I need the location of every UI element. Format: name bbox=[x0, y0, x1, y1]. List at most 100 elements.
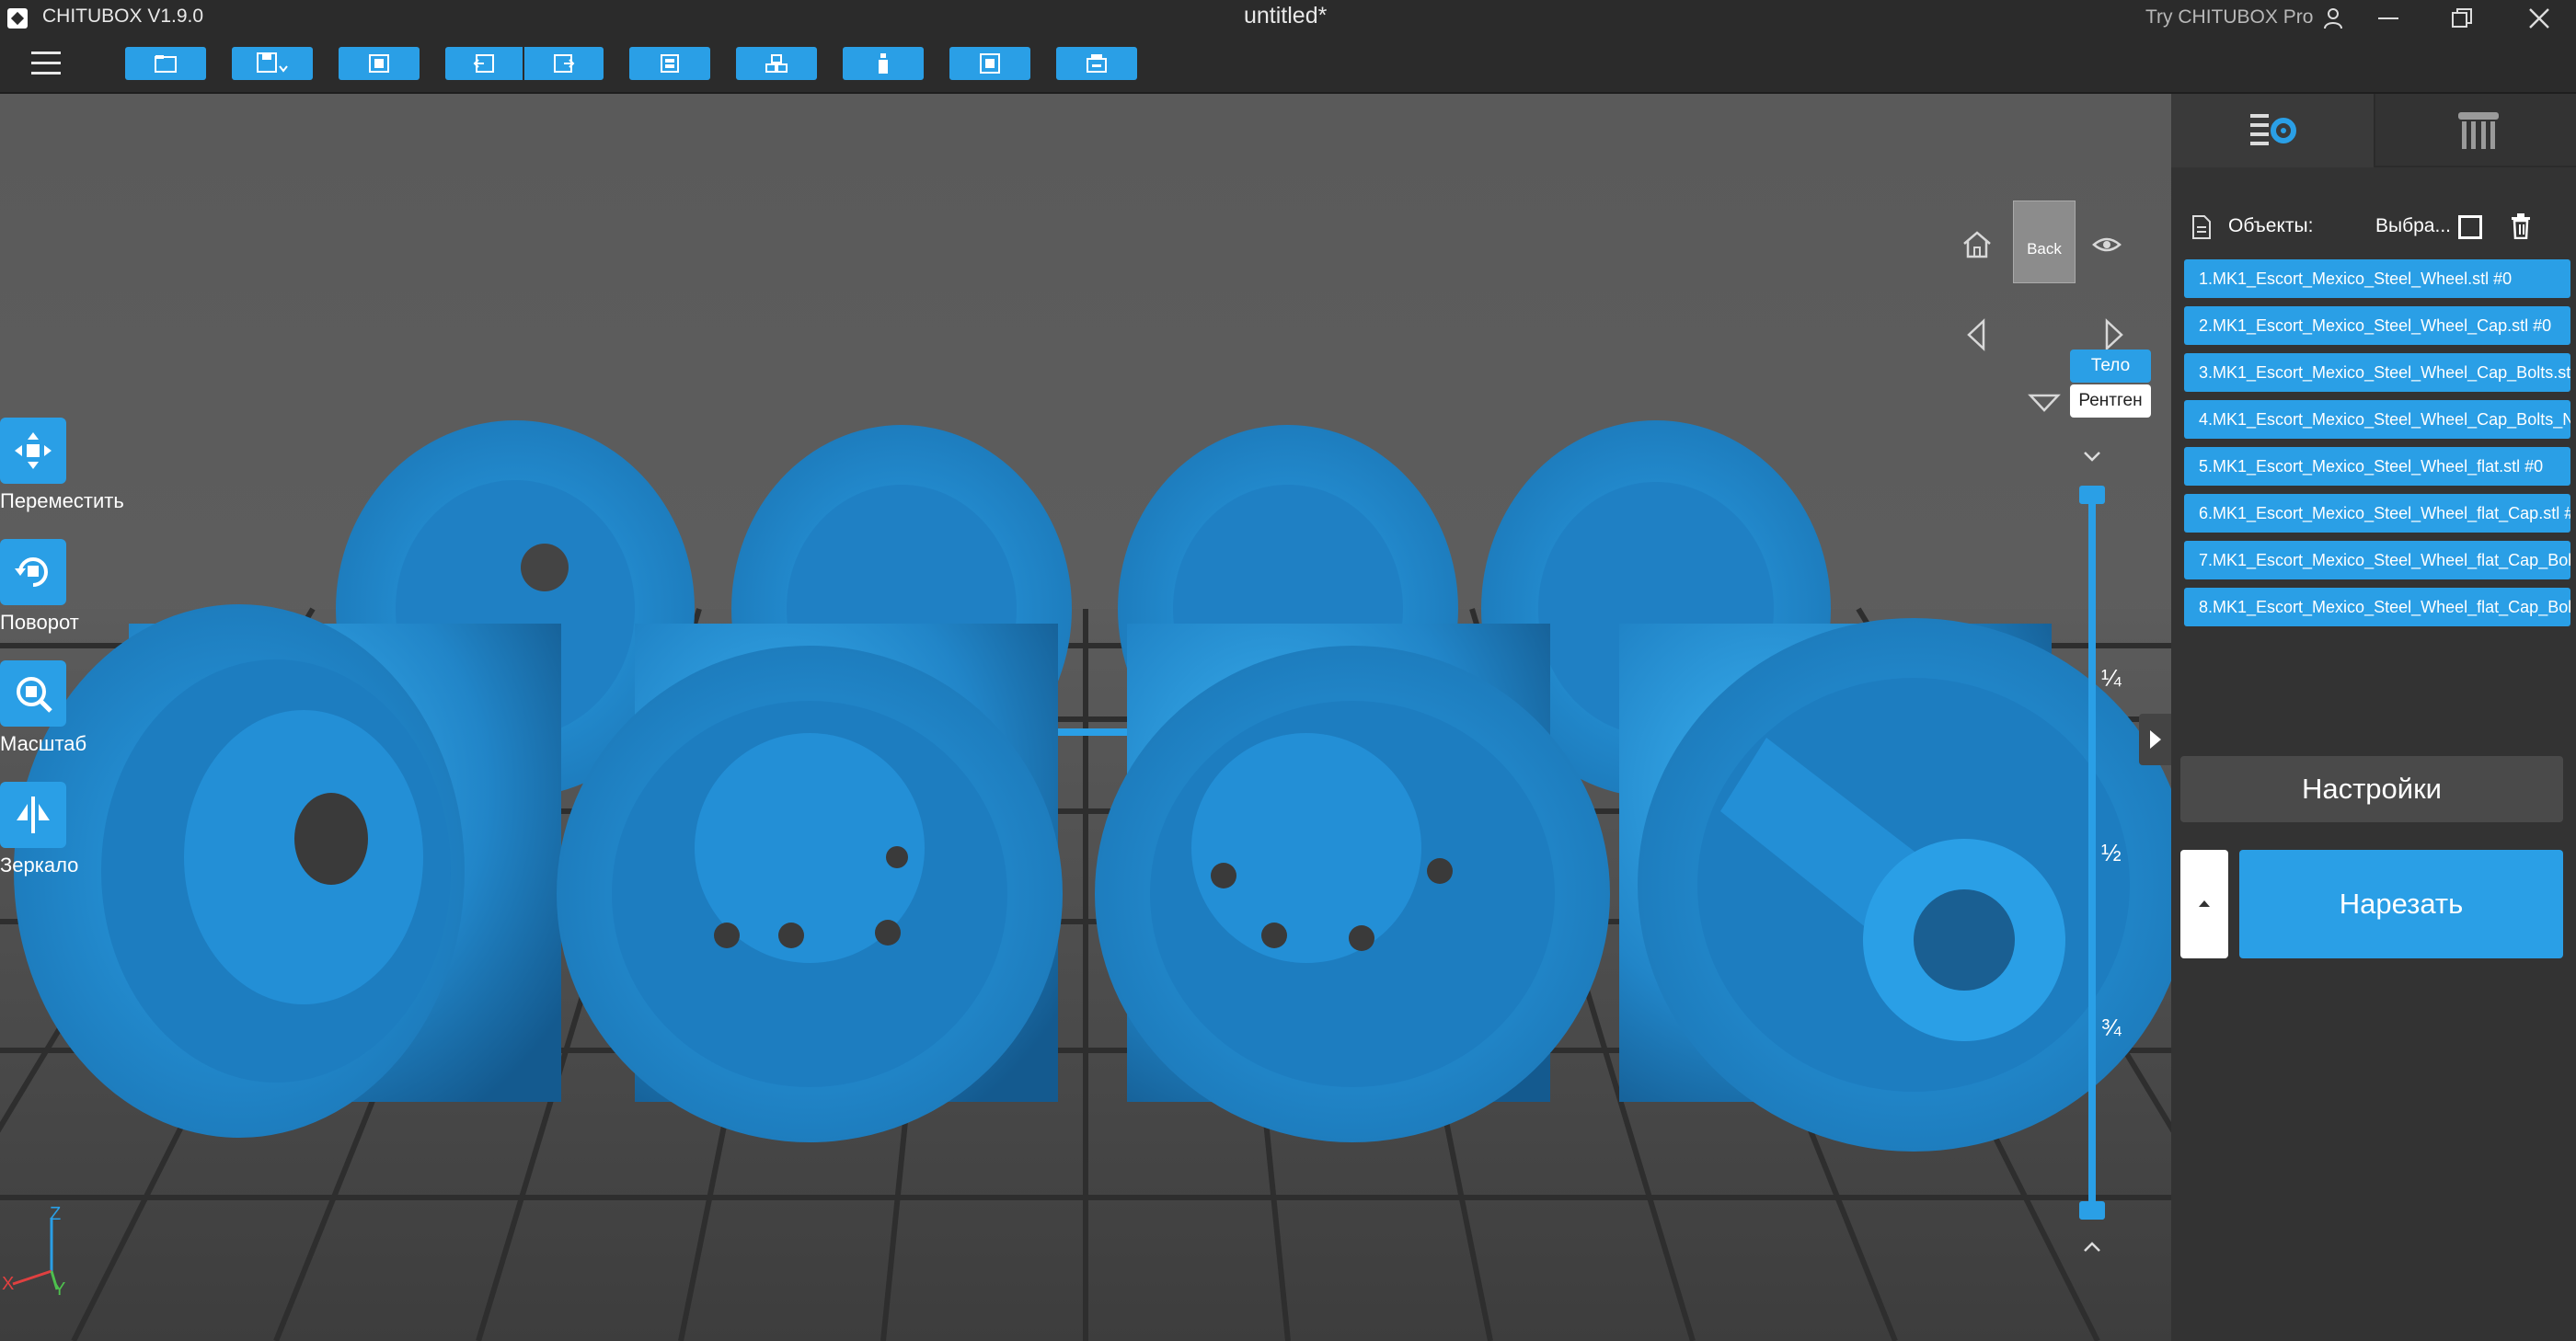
mirror-icon bbox=[17, 797, 50, 833]
list-settings-icon bbox=[2250, 114, 2296, 145]
right-panel: Объекты: Выбра... 1.MK1_Escort_Mexico_St… bbox=[2171, 94, 2576, 1341]
mirror-tool[interactable]: Зеркало bbox=[0, 782, 147, 892]
layer-slider-top-handle[interactable] bbox=[2079, 486, 2105, 504]
chevron-down-icon[interactable] bbox=[2081, 449, 2103, 464]
undo-button[interactable] bbox=[445, 47, 523, 80]
move-icon bbox=[15, 432, 52, 469]
bottle-button[interactable] bbox=[843, 47, 924, 80]
redo-button[interactable] bbox=[524, 47, 604, 80]
layer-slider-bottom-handle[interactable] bbox=[2079, 1201, 2105, 1220]
slice-options-expand-button[interactable] bbox=[2180, 850, 2228, 958]
axis-x-label: X bbox=[2, 1274, 14, 1294]
rotate-tool[interactable]: Поворот bbox=[0, 539, 147, 649]
title-bar: CHITUBOX V1.9.0 untitled* Try CHITUBOX P… bbox=[0, 0, 2576, 37]
minimize-icon bbox=[2378, 17, 2398, 19]
move-tool-icon-box bbox=[0, 418, 66, 484]
app-name: CHITUBOX V1.9.0 bbox=[42, 6, 204, 27]
objects-list: 1.MK1_Escort_Mexico_Steel_Wheel.stl #0 2… bbox=[2184, 259, 2570, 635]
list-item-object[interactable]: 1.MK1_Escort_Mexico_Steel_Wheel.stl #0 bbox=[2184, 259, 2570, 298]
view-down-arrow-icon[interactable] bbox=[2028, 392, 2061, 414]
objects-header: Объекты: Выбра... bbox=[2191, 212, 2559, 245]
import-button[interactable] bbox=[339, 47, 420, 80]
supports-icon bbox=[2458, 112, 2499, 149]
open-file-button[interactable] bbox=[125, 47, 206, 80]
scale-icon bbox=[17, 677, 52, 713]
trash-icon[interactable] bbox=[2510, 213, 2532, 239]
scale-tool-label: Масштаб bbox=[0, 732, 87, 755]
mirror-tool-icon-box bbox=[0, 782, 66, 848]
slider-mark-three-quarter: ¾ bbox=[2101, 1014, 2122, 1041]
xray-view-mode-button[interactable]: Рентген bbox=[2070, 384, 2151, 418]
open-file-icon bbox=[155, 55, 177, 73]
list-item-object[interactable]: 3.MK1_Escort_Mexico_Steel_Wheel_Cap_Bolt… bbox=[2184, 353, 2570, 392]
view-right-arrow-icon[interactable] bbox=[2103, 318, 2125, 351]
save-icon bbox=[257, 52, 288, 73]
list-item-object[interactable]: 2.MK1_Escort_Mexico_Steel_Wheel_Cap.stl … bbox=[2184, 306, 2570, 345]
mirror-tool-label: Зеркало bbox=[0, 854, 79, 877]
3d-viewport[interactable]: Переместить Поворот Масштаб Зеркало Back… bbox=[0, 94, 2171, 1341]
arrange-button[interactable] bbox=[736, 47, 817, 80]
triangle-right-icon bbox=[2150, 730, 2161, 749]
axis-y-label: Y bbox=[53, 1279, 65, 1299]
list-item-object[interactable]: 4.MK1_Escort_Mexico_Steel_Wheel_Cap_Bolt… bbox=[2184, 400, 2570, 439]
layer-slider-track[interactable] bbox=[2088, 493, 2096, 1214]
caret-up-icon bbox=[2199, 900, 2210, 907]
scale-tool[interactable]: Масштаб bbox=[0, 660, 147, 771]
tab-object-settings[interactable] bbox=[2171, 94, 2375, 167]
close-icon bbox=[2529, 8, 2549, 29]
move-tool-label: Переместить bbox=[0, 489, 124, 512]
menu-icon-bar bbox=[31, 72, 61, 74]
home-view-icon[interactable] bbox=[1961, 230, 1993, 259]
build-plate-grid bbox=[0, 420, 2171, 1341]
view-cube[interactable]: Back bbox=[2013, 201, 2076, 283]
rotate-icon bbox=[15, 557, 48, 587]
select-all-checkbox[interactable] bbox=[2458, 215, 2482, 239]
view-cube-face-label: Back bbox=[2027, 240, 2062, 258]
printer-icon bbox=[1087, 54, 1107, 73]
slider-mark-half: ½ bbox=[2101, 839, 2122, 866]
select-all-label: Выбра... bbox=[2375, 215, 2451, 236]
layout-button[interactable] bbox=[629, 47, 710, 80]
document-icon bbox=[2192, 215, 2211, 239]
move-tool[interactable]: Переместить bbox=[0, 418, 147, 528]
slider-mark-quarter: ¼ bbox=[2101, 664, 2122, 692]
arrange-icon bbox=[765, 54, 788, 73]
maximize-button[interactable] bbox=[2432, 0, 2491, 37]
visibility-eye-icon[interactable] bbox=[2092, 234, 2122, 256]
hollow-icon bbox=[980, 53, 1000, 74]
redo-icon bbox=[554, 54, 575, 73]
save-button[interactable] bbox=[232, 47, 313, 80]
chitubox-logo-icon bbox=[7, 8, 28, 29]
view-left-arrow-icon[interactable] bbox=[1965, 318, 1987, 351]
list-item-object[interactable]: 7.MK1_Escort_Mexico_Steel_Wheel_flat_Cap… bbox=[2184, 541, 2570, 579]
axis-z-label: Z bbox=[50, 1204, 61, 1224]
list-item-object[interactable]: 6.MK1_Escort_Mexico_Steel_Wheel_flat_Cap… bbox=[2184, 494, 2570, 533]
minimize-button[interactable] bbox=[2359, 0, 2418, 37]
close-button[interactable] bbox=[2510, 0, 2569, 37]
tab-supports[interactable] bbox=[2375, 94, 2576, 167]
restore-icon bbox=[2452, 8, 2472, 28]
main-toolbar bbox=[0, 37, 2576, 94]
hamburger-menu-button[interactable] bbox=[31, 50, 61, 77]
settings-button[interactable]: Настройки bbox=[2180, 756, 2563, 822]
user-icon bbox=[2324, 8, 2342, 29]
list-item-object[interactable]: 5.MK1_Escort_Mexico_Steel_Wheel_flat.stl… bbox=[2184, 447, 2570, 486]
undo-icon bbox=[473, 54, 494, 73]
hollow-button[interactable] bbox=[949, 47, 1030, 80]
slice-button[interactable]: Нарезать bbox=[2239, 850, 2563, 958]
panel-collapse-toggle[interactable] bbox=[2139, 714, 2172, 765]
menu-icon bbox=[31, 52, 61, 54]
import-icon bbox=[369, 54, 389, 73]
list-item-object[interactable]: 8.MK1_Escort_Mexico_Steel_Wheel_flat_Cap… bbox=[2184, 588, 2570, 626]
body-view-mode-button[interactable]: Тело bbox=[2070, 350, 2151, 383]
menu-icon-bar bbox=[31, 62, 61, 64]
layout-icon bbox=[661, 54, 679, 73]
chevron-up-icon[interactable] bbox=[2081, 1240, 2103, 1255]
rotate-tool-label: Поворот bbox=[0, 611, 79, 634]
user-account-button[interactable] bbox=[2304, 0, 2363, 37]
rotate-tool-icon-box bbox=[0, 539, 66, 605]
bottle-icon bbox=[879, 53, 888, 74]
printer-button[interactable] bbox=[1056, 47, 1137, 80]
try-pro-link[interactable]: Try CHITUBOX Pro bbox=[2145, 6, 2313, 29]
scale-tool-icon-box bbox=[0, 660, 66, 727]
